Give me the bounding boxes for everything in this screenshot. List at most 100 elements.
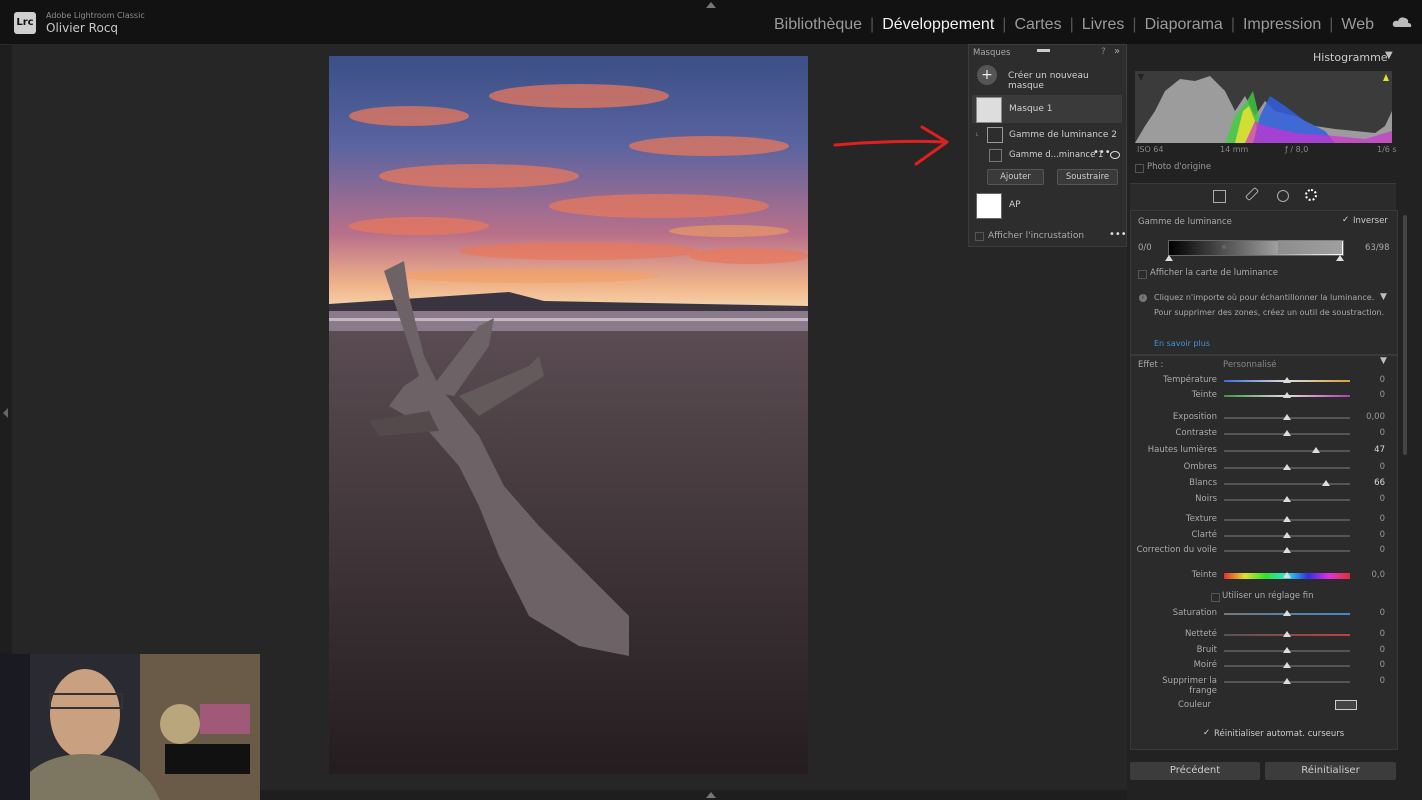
top-panel-toggle-icon[interactable] [706, 2, 716, 8]
info-collapse-icon[interactable]: ▼ [1380, 292, 1387, 302]
slider-handle[interactable] [1283, 496, 1291, 502]
ap-mask-label[interactable]: AP [1009, 200, 1021, 210]
masks-title: Masques [973, 48, 1011, 58]
luminance-section [1130, 210, 1398, 355]
color-swatch[interactable] [1335, 700, 1357, 710]
module-library[interactable]: Bibliothèque [766, 16, 870, 34]
original-photo-label: Photo d'origine [1147, 162, 1212, 172]
masking-icon[interactable] [1305, 189, 1317, 201]
slider-value[interactable]: 0 [1355, 375, 1385, 385]
module-slideshow[interactable]: Diaporama [1137, 16, 1231, 34]
slider-handle[interactable] [1283, 377, 1291, 383]
slider-value[interactable]: 0 [1355, 494, 1385, 504]
module-picker: Bibliothèque | Développement | Cartes | Liv… [766, 16, 1382, 34]
add-button[interactable]: Ajouter [987, 169, 1044, 185]
histogram-collapse-icon[interactable]: ▼ [1385, 50, 1393, 61]
bottom-panel-toggle-icon[interactable] [706, 792, 716, 798]
luminance-range-1-label[interactable]: Gamme d...minance 1 [1009, 150, 1103, 160]
slider-track[interactable] [1224, 483, 1350, 485]
slider-handle[interactable] [1283, 532, 1291, 538]
right-panel-scrollbar[interactable] [1403, 215, 1407, 455]
effect-label: Effet : [1138, 360, 1164, 370]
auto-reset-checkmark-icon[interactable]: ✓ [1203, 728, 1210, 738]
overlay-options-icon[interactable]: ••• [1109, 229, 1127, 240]
module-map[interactable]: Cartes [1006, 16, 1069, 34]
slider-value[interactable]: 0 [1355, 390, 1385, 400]
ap-thumbnail [976, 193, 1002, 219]
effect-collapse-icon[interactable]: ▼ [1380, 356, 1387, 366]
slider-value[interactable]: 0,00 [1355, 412, 1385, 422]
slider-handle[interactable] [1283, 572, 1291, 578]
slider-label: Contraste [1175, 428, 1217, 438]
left-panel-toggle-icon[interactable] [3, 408, 8, 418]
photo-preview[interactable] [329, 56, 808, 774]
help-icon[interactable]: ? [1101, 47, 1106, 57]
slider-value[interactable]: 47 [1355, 445, 1385, 455]
module-print[interactable]: Impression [1235, 16, 1329, 34]
more-options-icon[interactable]: ••• [1093, 147, 1111, 158]
new-mask-plus-icon[interactable]: + [977, 65, 997, 85]
histogram-chart[interactable] [1135, 71, 1392, 143]
luminance-max-value: 63/98 [1365, 243, 1390, 253]
module-web[interactable]: Web [1333, 16, 1382, 34]
slider-value[interactable]: 0 [1355, 608, 1385, 618]
eye-icon[interactable] [1110, 151, 1120, 159]
fine-tune-checkbox[interactable] [1211, 593, 1220, 602]
module-develop[interactable]: Développement [874, 16, 1002, 34]
slider-handle[interactable] [1283, 678, 1291, 684]
histogram-title[interactable]: Histogramme [1313, 51, 1388, 64]
slider-handle[interactable] [1283, 464, 1291, 470]
slider-value[interactable]: 66 [1355, 478, 1385, 488]
slider-label: Moiré [1193, 660, 1217, 670]
previous-button[interactable]: Précédent [1130, 762, 1260, 780]
slider-handle[interactable] [1283, 430, 1291, 436]
panel-collapse-icon[interactable] [1037, 49, 1050, 52]
slider-label: Température [1163, 375, 1217, 385]
slider-handle[interactable] [1322, 480, 1331, 486]
slider-value[interactable]: 0 [1355, 629, 1385, 639]
original-photo-checkbox[interactable] [1135, 164, 1144, 173]
luminance-left-handle[interactable] [1165, 255, 1173, 261]
slider-handle[interactable] [1283, 516, 1291, 522]
slider-value[interactable]: 0 [1355, 645, 1385, 655]
luminance-range-icon [987, 127, 1003, 143]
learn-more-link[interactable]: En savoir plus [1154, 339, 1210, 348]
double-chevron-icon[interactable]: » [1114, 46, 1120, 57]
module-book[interactable]: Livres [1074, 16, 1133, 34]
invert-label[interactable]: Inverser [1353, 216, 1388, 226]
slider-label: Hautes lumières [1147, 445, 1217, 455]
slider-handle[interactable] [1311, 447, 1320, 453]
invert-checkmark-icon[interactable]: ✓ [1342, 215, 1349, 225]
slider-handle[interactable] [1283, 547, 1291, 553]
overlay-label: Afficher l'incrustation [988, 231, 1085, 241]
luminance-midpoint-icon[interactable] [1222, 245, 1226, 249]
slider-handle[interactable] [1283, 392, 1291, 398]
red-eye-icon[interactable] [1277, 190, 1289, 202]
slider-value[interactable]: 0,0 [1355, 570, 1385, 580]
new-mask-button[interactable]: Créer un nouveau masque [1008, 71, 1126, 91]
slider-label: Blancs [1189, 478, 1217, 488]
slider-track[interactable] [1224, 450, 1350, 452]
crop-icon[interactable] [1213, 190, 1226, 203]
slider-handle[interactable] [1283, 647, 1291, 653]
tool-strip [1130, 183, 1396, 210]
slider-value[interactable]: 0 [1355, 676, 1385, 686]
cloud-icon[interactable] [1392, 16, 1412, 28]
luminance-right-handle[interactable] [1336, 255, 1344, 261]
slider-value[interactable]: 0 [1355, 660, 1385, 670]
slider-handle[interactable] [1283, 662, 1291, 668]
reset-button[interactable]: Réinitialiser [1265, 762, 1396, 780]
show-map-checkbox[interactable] [1138, 270, 1147, 279]
slider-value[interactable]: 0 [1355, 428, 1385, 438]
luminance-range-2-label[interactable]: Gamme de luminance 2 [1009, 130, 1117, 140]
slider-handle[interactable] [1283, 414, 1291, 420]
slider-value[interactable]: 0 [1355, 545, 1385, 555]
overlay-checkbox[interactable] [975, 232, 984, 241]
slider-handle[interactable] [1283, 610, 1291, 616]
slider-value[interactable]: 0 [1355, 462, 1385, 472]
slider-handle[interactable] [1283, 631, 1291, 637]
effect-preset-dropdown[interactable]: Personnalisé [1223, 360, 1277, 370]
subtract-button[interactable]: Soustraire [1057, 169, 1118, 185]
slider-value[interactable]: 0 [1355, 514, 1385, 524]
slider-value[interactable]: 0 [1355, 530, 1385, 540]
